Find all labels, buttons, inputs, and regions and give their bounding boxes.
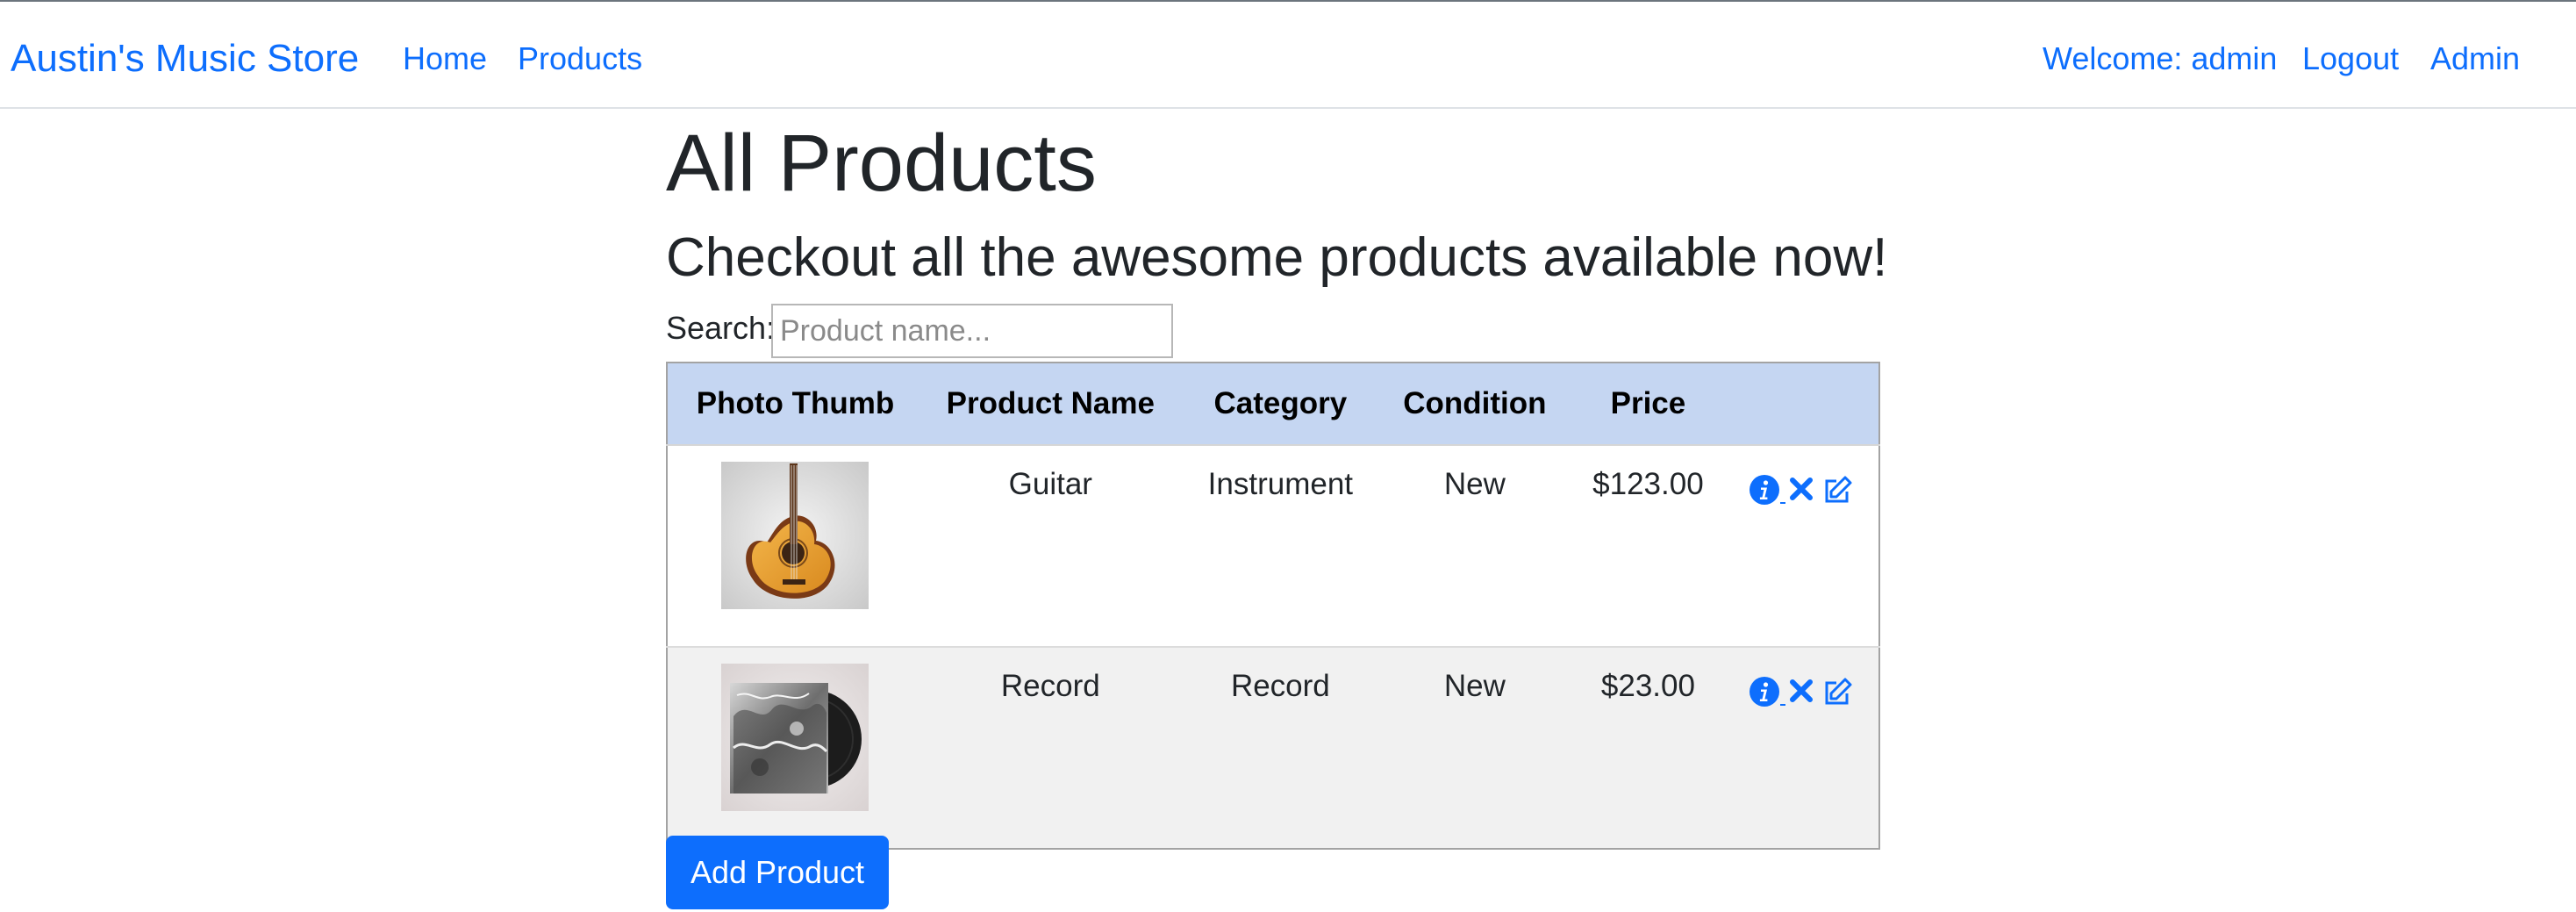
price-cell: $123.00 (1566, 445, 1730, 648)
search-input[interactable] (771, 304, 1173, 358)
info-icon[interactable] (1749, 474, 1780, 513)
products-table: Photo Thumb Product Name Category Condit… (666, 362, 1880, 850)
header-actions (1729, 363, 1879, 446)
top-navbar: Austin's Music Store Home Products Welco… (0, 0, 2576, 109)
edit-icon[interactable] (1822, 474, 1854, 513)
category-cell: Instrument (1177, 445, 1384, 648)
header-product-name: Product Name (922, 363, 1178, 446)
separator-icon (1780, 474, 1786, 504)
header-condition: Condition (1383, 363, 1567, 446)
welcome-user-link[interactable]: Welcome: admin (2043, 37, 2277, 81)
page-subtitle: Checkout all the awesome products availa… (666, 227, 1888, 288)
product-name-cell: Record (922, 647, 1178, 849)
table-header-row: Photo Thumb Product Name Category Condit… (667, 363, 1879, 446)
table-row: Guitar Instrument New $123.00 (667, 445, 1879, 648)
photo-thumb-cell (667, 647, 923, 849)
record-image (721, 664, 869, 811)
product-name-cell: Guitar (922, 445, 1178, 648)
page-title: All Products (666, 118, 1097, 208)
guitar-image (721, 462, 869, 609)
category-cell: Record (1177, 647, 1384, 849)
edit-icon[interactable] (1822, 676, 1854, 715)
nav-home-link[interactable]: Home (403, 37, 487, 81)
header-photo-thumb: Photo Thumb (667, 363, 923, 446)
brand-link[interactable]: Austin's Music Store (11, 35, 359, 83)
admin-link[interactable]: Admin (2430, 37, 2520, 81)
delete-x-icon[interactable] (1787, 676, 1815, 714)
condition-cell: New (1383, 647, 1567, 849)
table-row: Record Record New $23.00 (667, 647, 1879, 849)
logout-link[interactable]: Logout (2302, 37, 2399, 81)
header-category: Category (1177, 363, 1384, 446)
photo-thumb-cell (667, 445, 923, 648)
info-icon[interactable] (1749, 676, 1780, 715)
condition-cell: New (1383, 445, 1567, 648)
add-product-button[interactable]: Add Product (666, 836, 889, 909)
price-cell: $23.00 (1566, 647, 1730, 849)
actions-cell (1729, 647, 1879, 849)
actions-cell (1729, 445, 1879, 648)
header-price: Price (1566, 363, 1730, 446)
search-label: Search: (666, 310, 776, 346)
separator-icon (1780, 676, 1786, 706)
delete-x-icon[interactable] (1787, 474, 1815, 512)
nav-products-link[interactable]: Products (518, 37, 642, 81)
